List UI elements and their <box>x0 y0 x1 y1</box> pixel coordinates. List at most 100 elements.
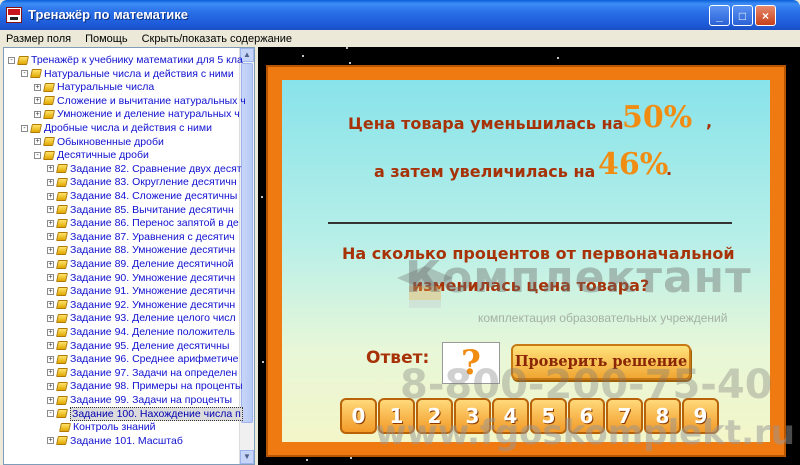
digit-button-2[interactable]: 2 <box>416 398 453 434</box>
topic-book-icon <box>43 109 55 119</box>
expand-icon[interactable]: + <box>47 178 54 186</box>
digit-button-9[interactable]: 9 <box>682 398 719 434</box>
expand-icon[interactable]: + <box>47 328 54 336</box>
menu-field-size[interactable]: Размер поля <box>6 33 71 45</box>
tree-item[interactable]: + Умножение и деление натуральных ч <box>34 107 240 121</box>
background-star <box>261 196 263 198</box>
digit-button-5[interactable]: 5 <box>530 398 567 434</box>
tree-item[interactable]: + Задание 92. Умножение десятичн <box>47 298 235 312</box>
expand-icon[interactable]: + <box>47 287 54 295</box>
tree-item[interactable]: + Задание 83. Округление десятичн <box>47 175 237 189</box>
topic-book-icon <box>43 150 55 160</box>
expand-icon[interactable]: + <box>47 369 54 377</box>
tree-item[interactable]: - Тренажёр к учебнику математики для 5 кл… <box>8 53 243 67</box>
expand-icon[interactable]: + <box>47 314 54 322</box>
close-button[interactable]: × <box>755 5 776 26</box>
tree-item[interactable]: + Задание 91. Умножение десятичн <box>47 284 235 298</box>
tree-item[interactable]: + Задание 95. Деление десятичны <box>47 339 229 353</box>
maximize-button[interactable]: □ <box>732 5 753 26</box>
check-solution-button[interactable]: Проверить решение <box>511 344 691 380</box>
topic-book-icon <box>56 205 68 215</box>
task-line2-text: а затем увеличилась на <box>374 162 596 181</box>
expand-icon[interactable]: + <box>34 97 41 105</box>
tree-item[interactable]: Контроль знаний <box>59 420 156 434</box>
expand-icon[interactable]: + <box>47 246 54 254</box>
tree-item[interactable]: - Натуральные числа и действия с ними <box>21 67 234 81</box>
answer-field[interactable]: ? <box>442 342 500 384</box>
topic-book-icon <box>56 341 68 351</box>
tree-item[interactable]: + Задание 93. Деление целого числ <box>47 311 236 325</box>
collapse-icon[interactable]: - <box>34 151 41 159</box>
collapse-icon[interactable]: - <box>47 410 54 418</box>
tree-item-label: Дробные числа и действия с ними <box>44 122 213 134</box>
tree-item[interactable]: + Задание 85. Вычитание десятичн <box>47 203 234 217</box>
tree-item[interactable]: - Задание 100. Нахождение числа п <box>47 406 243 421</box>
minimize-button[interactable]: _ <box>709 5 730 26</box>
expand-icon[interactable]: + <box>47 274 54 282</box>
collapse-icon[interactable]: - <box>21 124 28 132</box>
tree-item-label: Задание 93. Деление целого числ <box>70 312 236 325</box>
expand-icon[interactable]: + <box>47 301 54 309</box>
collapse-icon[interactable]: - <box>21 70 28 78</box>
expand-icon[interactable]: + <box>47 219 54 227</box>
digit-button-1[interactable]: 1 <box>378 398 415 434</box>
digit-button-6[interactable]: 6 <box>568 398 605 434</box>
expand-icon[interactable]: + <box>47 233 54 241</box>
tree-item-label: Контроль знаний <box>73 421 156 434</box>
topic-book-icon <box>56 354 68 364</box>
tree-item[interactable]: + Задание 86. Перенос запятой в де <box>47 216 239 230</box>
digit-button-4[interactable]: 4 <box>492 398 529 434</box>
tree-item-label: Задание 90. Умножение десятичн <box>70 271 236 284</box>
tree-item[interactable]: + Задание 96. Среднее арифметиче <box>47 352 239 366</box>
digit-button-7[interactable]: 7 <box>606 398 643 434</box>
digit-button-3[interactable]: 3 <box>454 398 491 434</box>
tree-item-label: Задание 94. Деление положитель <box>70 326 236 338</box>
tree-item[interactable]: + Задание 101. Масштаб <box>47 434 183 448</box>
tree-item-label: Умножение и деление натуральных ч <box>57 108 240 121</box>
tree-scrollbar[interactable]: ▲ ▼ <box>239 48 254 464</box>
expand-icon[interactable]: + <box>47 437 54 445</box>
collapse-icon[interactable]: - <box>8 56 15 64</box>
contents-tree[interactable]: ▲ ▼ - Тренажёр к учебнику математики для … <box>3 47 255 465</box>
scroll-thumb[interactable] <box>241 63 253 423</box>
task-line1-suffix: , <box>706 112 713 131</box>
topic-book-icon <box>56 218 68 228</box>
digit-button-8[interactable]: 8 <box>644 398 681 434</box>
expand-icon[interactable]: + <box>47 396 54 404</box>
expand-icon[interactable]: + <box>47 165 54 173</box>
expand-icon[interactable]: + <box>47 355 54 363</box>
expand-icon[interactable]: + <box>34 83 41 91</box>
task-line1-text: Цена товара уменьшилась на <box>348 114 624 133</box>
digit-button-0[interactable]: 0 <box>340 398 377 434</box>
expand-icon[interactable]: + <box>34 110 41 118</box>
scroll-down-icon[interactable]: ▼ <box>240 450 254 464</box>
tree-item[interactable]: + Задание 84. Сложение десятичны <box>47 189 237 203</box>
expand-icon[interactable]: + <box>47 206 54 214</box>
topic-book-icon <box>56 381 68 391</box>
expand-icon[interactable]: + <box>47 260 54 268</box>
topic-book-icon <box>56 232 68 242</box>
tree-item[interactable]: + Задание 89. Деление десятичной <box>47 257 234 271</box>
topic-book-icon <box>56 313 68 323</box>
tree-item[interactable]: + Задание 88. Умножение десятичн <box>47 243 235 257</box>
tree-item[interactable]: + Задание 87. Уравнения с десятич <box>47 230 235 244</box>
title-bar: Тренажёр по математике _ □ × <box>0 0 800 30</box>
task-frame: Цена товара уменьшилась на 50% , а затем… <box>266 65 786 457</box>
tree-item[interactable]: + Задание 98. Примеры на проценты <box>47 379 243 393</box>
expand-icon[interactable]: + <box>34 138 41 146</box>
menu-help[interactable]: Помощь <box>85 33 128 45</box>
tree-item[interactable]: + Задание 82. Сравнение двух десят <box>47 162 242 176</box>
tree-item[interactable]: + Задание 99. Задачи на проценты <box>47 393 232 407</box>
tree-item[interactable]: + Задание 94. Деление положитель <box>47 325 235 339</box>
expand-icon[interactable]: + <box>47 192 54 200</box>
tree-item[interactable]: + Сложение и вычитание натуральных ч <box>34 94 246 108</box>
tree-item[interactable]: - Десятичные дроби <box>34 148 149 162</box>
expand-icon[interactable]: + <box>47 342 54 350</box>
tree-item[interactable]: + Задание 97. Задачи на определен <box>47 366 237 380</box>
menu-toggle-contents[interactable]: Скрыть/показать содержание <box>142 33 292 45</box>
tree-item[interactable]: - Дробные числа и действия с ними <box>21 121 212 135</box>
tree-item[interactable]: + Обыкновенные дроби <box>34 135 164 149</box>
tree-item[interactable]: + Натуральные числа <box>34 80 154 94</box>
expand-icon[interactable]: + <box>47 382 54 390</box>
tree-item[interactable]: + Задание 90. Умножение десятичн <box>47 271 235 285</box>
